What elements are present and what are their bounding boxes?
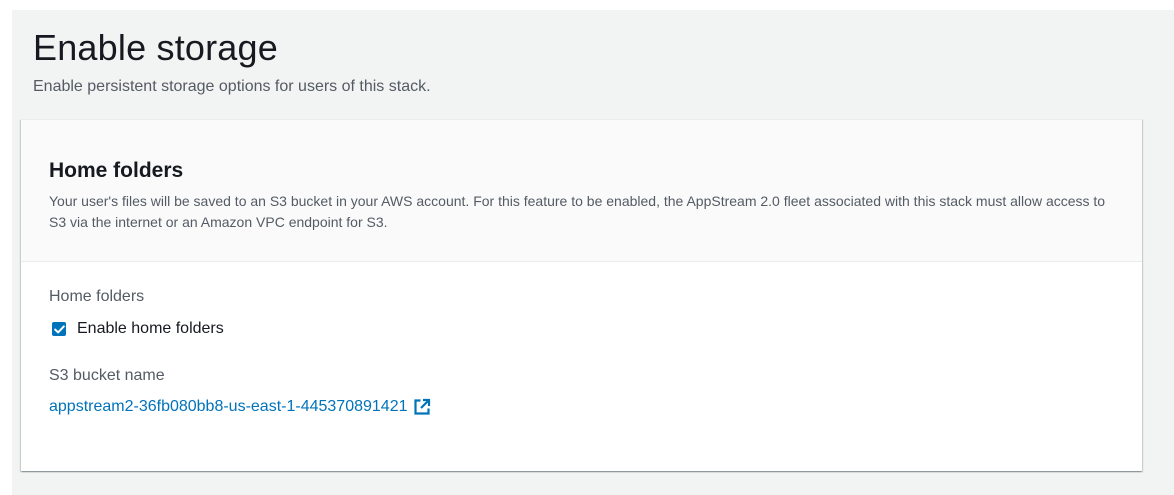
container-header: Home folders Your user's files will be s… [21,120,1142,262]
s3-bucket-name-label: S3 bucket name [49,367,165,384]
container-body: Home folders Enable home folders S3 buck… [21,262,1142,418]
section-description: Your user's files will be saved to an S3… [49,193,1106,230]
page-description: Enable persistent storage options for us… [33,78,431,95]
page-title: Enable storage [33,27,278,68]
enable-home-folders-checkbox-row[interactable]: Enable home folders [49,318,1114,340]
enable-home-folders-label[interactable]: Enable home folders [77,318,224,340]
checkmark-icon [53,324,65,333]
home-folders-container: Home folders Your user's files will be s… [21,119,1142,471]
home-folders-field-label: Home folders [49,288,145,305]
section-title: Home folders [49,159,184,182]
s3-bucket-link-row: appstream2-36fb080bb8-us-east-1-44537089… [49,396,1114,418]
external-link-icon[interactable] [413,398,431,416]
s3-bucket-link[interactable]: appstream2-36fb080bb8-us-east-1-44537089… [49,396,407,418]
enable-home-folders-checkbox[interactable] [52,322,66,336]
